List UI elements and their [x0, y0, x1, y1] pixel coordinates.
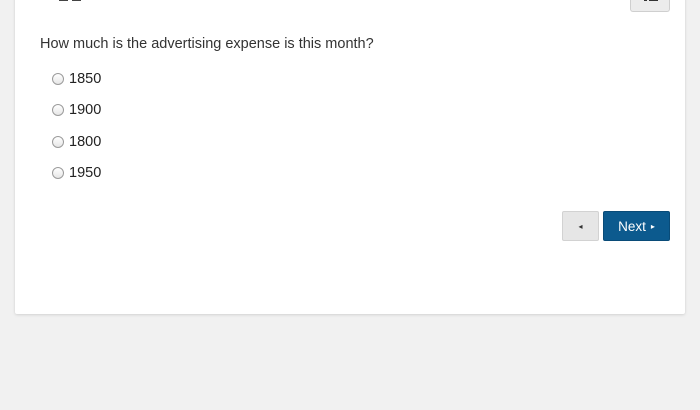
option-label: 1900 — [69, 102, 102, 118]
option-1900[interactable]: 1900 — [52, 100, 101, 120]
question-text: How much is the advertising expense is t… — [40, 36, 374, 52]
next-button[interactable]: Next ▸ — [603, 211, 670, 241]
option-1800[interactable]: 1800 — [52, 132, 101, 152]
radio-button[interactable] — [52, 104, 64, 116]
radio-button[interactable] — [52, 136, 64, 148]
option-label: 1850 — [69, 71, 102, 87]
option-1850[interactable]: 1850 — [52, 69, 101, 89]
option-label: 1950 — [69, 165, 102, 181]
chevron-right-icon: ▸ — [650, 221, 655, 231]
chevron-left-icon: ◂ — [578, 221, 583, 231]
question-card: How much is the advertising expense is t… — [15, 0, 685, 314]
radio-button[interactable] — [52, 167, 64, 179]
radio-button[interactable] — [52, 73, 64, 85]
option-label: 1800 — [69, 134, 102, 150]
question-list-button[interactable] — [630, 0, 670, 12]
option-1950[interactable]: 1950 — [52, 163, 101, 183]
list-icon — [644, 0, 658, 2]
previous-button[interactable]: ◂ — [562, 211, 599, 241]
next-button-label: Next — [618, 218, 646, 234]
